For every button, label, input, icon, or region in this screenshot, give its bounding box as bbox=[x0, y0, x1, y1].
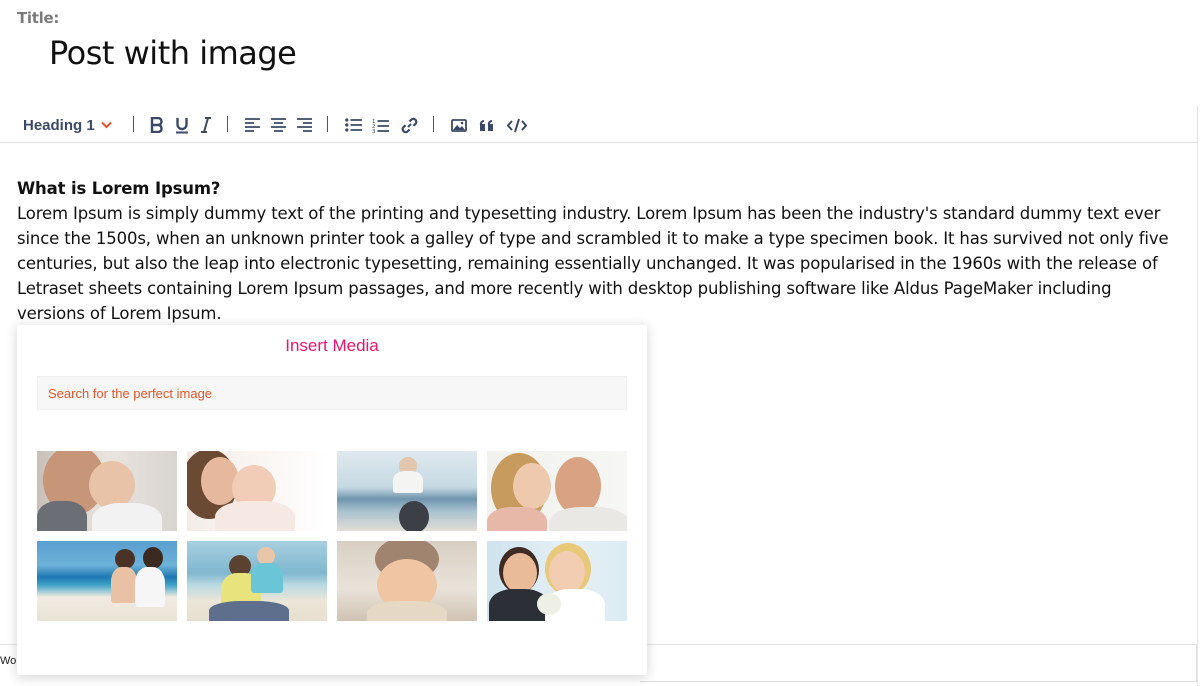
mother-and-baby-photo[interactable] bbox=[187, 451, 327, 531]
content-heading: What is Lorem Ipsum? bbox=[17, 179, 221, 198]
image-icon[interactable] bbox=[450, 114, 468, 136]
heading-select-label: Heading 1 bbox=[23, 116, 95, 134]
editor-right-border bbox=[1197, 143, 1198, 686]
italic-icon[interactable] bbox=[197, 114, 215, 136]
media-thumbnail-grid bbox=[37, 451, 627, 621]
underline-icon[interactable] bbox=[173, 114, 191, 136]
father-and-daughter-photo[interactable] bbox=[487, 451, 627, 531]
heading-select[interactable]: Heading 1 bbox=[23, 114, 112, 136]
father-and-son-beach-photo[interactable] bbox=[187, 541, 327, 621]
code-icon[interactable] bbox=[506, 114, 528, 136]
toolbar-divider bbox=[433, 116, 434, 132]
svg-text:3: 3 bbox=[372, 129, 376, 133]
mother-and-child-beach-photo[interactable] bbox=[37, 541, 177, 621]
media-search-input[interactable]: Search for the perfect image bbox=[37, 376, 627, 410]
media-popup-title: Insert Media bbox=[285, 336, 379, 355]
toolbar-divider bbox=[327, 116, 328, 132]
numbered-list-icon[interactable]: 123 bbox=[371, 114, 389, 136]
chevron-down-icon bbox=[100, 121, 112, 129]
wedding-couple-photo[interactable] bbox=[487, 541, 627, 621]
bullet-list-icon[interactable] bbox=[344, 114, 362, 136]
child-on-beach-photo[interactable] bbox=[337, 451, 477, 531]
editor-content[interactable]: What is Lorem Ipsum? Lorem Ipsum is simp… bbox=[17, 176, 1177, 326]
baby-in-hat-photo[interactable] bbox=[337, 541, 477, 621]
bold-icon[interactable] bbox=[148, 114, 166, 136]
title-label: Title: bbox=[17, 9, 60, 27]
status-bar-field bbox=[640, 645, 1197, 682]
title-input[interactable]: Post with image bbox=[49, 34, 297, 72]
toolbar-divider bbox=[227, 116, 228, 132]
toolbar-divider bbox=[133, 116, 134, 132]
editor-toolbar: Heading 1 123 bbox=[0, 106, 1198, 143]
align-left-icon[interactable] bbox=[243, 114, 261, 136]
insert-media-popup: Insert Media Search for the perfect imag… bbox=[17, 325, 647, 675]
father-and-baby-photo[interactable] bbox=[37, 451, 177, 531]
quote-icon[interactable] bbox=[478, 114, 496, 136]
link-icon[interactable] bbox=[400, 114, 418, 136]
content-paragraph: Lorem Ipsum is simply dummy text of the … bbox=[17, 204, 1169, 323]
align-right-icon[interactable] bbox=[295, 114, 313, 136]
align-center-icon[interactable] bbox=[269, 114, 287, 136]
